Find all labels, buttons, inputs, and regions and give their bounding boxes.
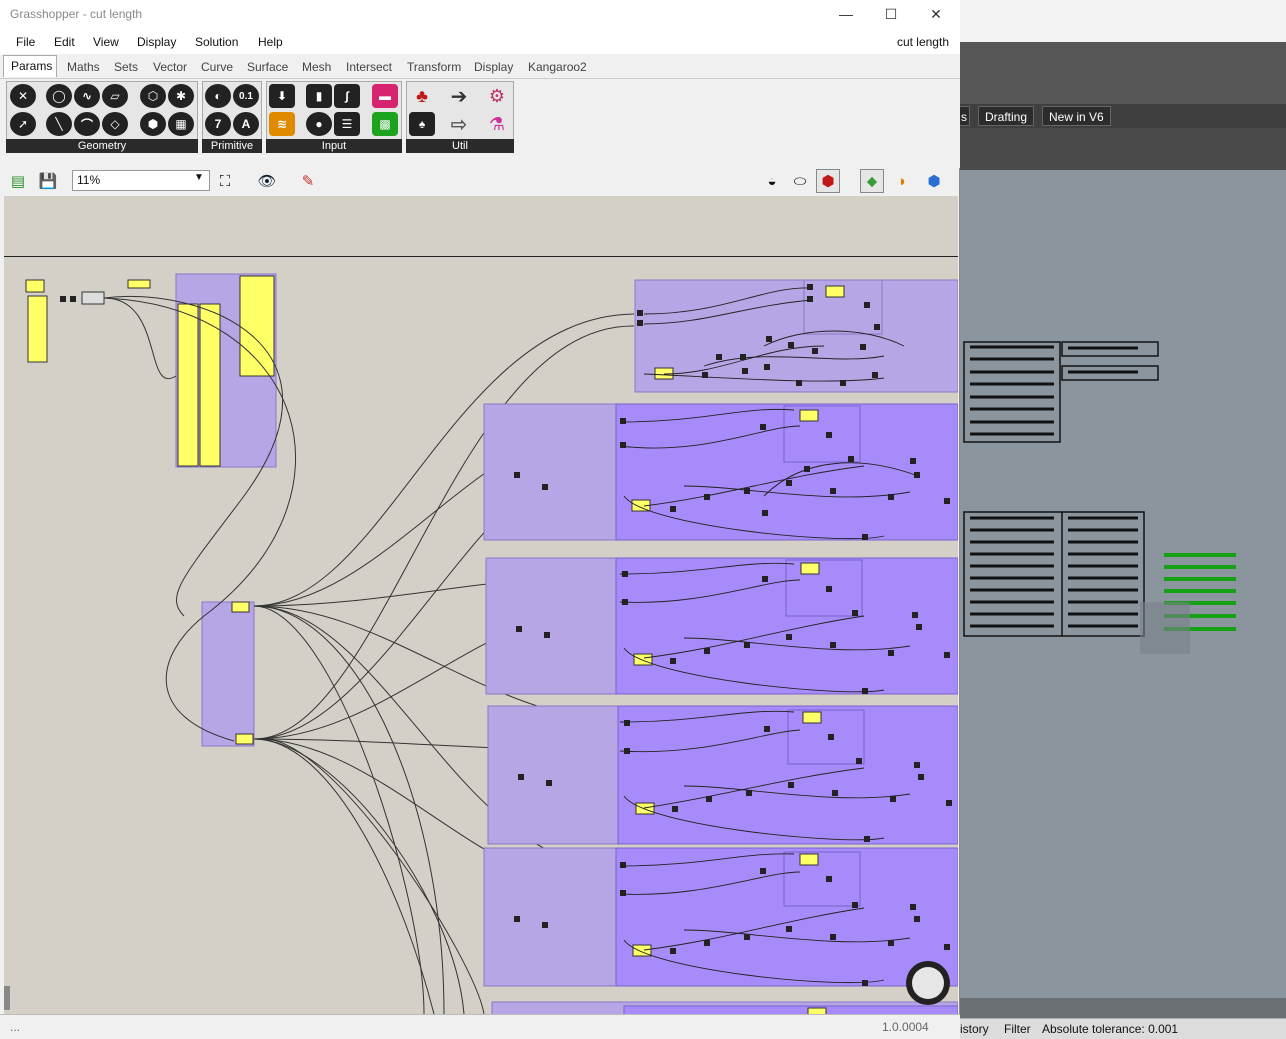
- rhino-top-bar: [958, 42, 1286, 104]
- jump-arrow-icon[interactable]: ⇨: [446, 112, 472, 136]
- mesh-param-icon[interactable]: ✱: [168, 84, 194, 108]
- cherry-picker-icon[interactable]: ♣: [409, 84, 435, 108]
- cluster-6[interactable]: [491, 1001, 958, 1014]
- slider-icon[interactable]: ▬: [372, 84, 398, 108]
- menu-display[interactable]: Display: [137, 35, 176, 49]
- button-icon[interactable]: ●: [306, 112, 332, 136]
- group-sliders[interactable]: [201, 601, 255, 747]
- box-param-icon[interactable]: ⬡: [140, 84, 166, 108]
- preview-shaded-icon[interactable]: ⬭: [788, 169, 812, 193]
- menu-help[interactable]: Help: [258, 35, 283, 49]
- number-param-icon[interactable]: 0.1: [233, 84, 259, 108]
- ribbon-group-geometry-label[interactable]: Geometry: [6, 139, 198, 153]
- rhino-toolbar: [958, 128, 1286, 170]
- tab-intersect[interactable]: Intersect: [346, 60, 392, 74]
- preview-selected-icon[interactable]: ⬢: [816, 169, 840, 193]
- title-bar: Grasshopper - cut length — ☐ ✕: [0, 0, 960, 30]
- minimize-button[interactable]: —: [826, 3, 866, 25]
- preview-quality-icon[interactable]: ◑: [889, 169, 913, 193]
- tree-icon[interactable]: ♠: [409, 112, 435, 136]
- grasshopper-window: Grasshopper - cut length — ☐ ✕ File Edit…: [0, 0, 960, 1039]
- tab-kangaroo2[interactable]: Kangaroo2: [528, 60, 587, 74]
- menu-view[interactable]: View: [93, 35, 119, 49]
- version-label: 1.0.0004: [882, 1020, 929, 1034]
- cluster-5[interactable]: [483, 847, 958, 987]
- surface-param-icon[interactable]: ▱: [102, 84, 128, 108]
- preview-wireframe-icon[interactable]: ◒: [760, 169, 784, 193]
- curve-param-icon[interactable]: ∿: [74, 84, 100, 108]
- tab-sets[interactable]: Sets: [114, 60, 138, 74]
- cluster-3[interactable]: [485, 557, 958, 695]
- tab-surface[interactable]: Surface: [247, 60, 288, 74]
- zoom-select[interactable]: 11%: [72, 170, 210, 191]
- tab-vector[interactable]: Vector: [153, 60, 187, 74]
- node-canvas[interactable]: [4, 196, 958, 1014]
- brep-param-icon[interactable]: ⬢: [140, 112, 166, 136]
- field-param-icon[interactable]: ▦: [168, 112, 194, 136]
- galapagos-icon[interactable]: ⚙: [484, 84, 510, 108]
- canvas-divider: [4, 256, 958, 257]
- document-name: cut length: [896, 35, 949, 49]
- tab-maths[interactable]: Maths: [67, 60, 100, 74]
- tab-display[interactable]: Display: [474, 60, 513, 74]
- maximize-button[interactable]: ☐: [871, 3, 911, 25]
- rhino-viewport[interactable]: [958, 170, 1286, 998]
- gradient-icon[interactable]: ≋: [269, 112, 295, 136]
- relay-arrow-icon[interactable]: ➔: [446, 84, 472, 108]
- tab-transform[interactable]: Transform: [407, 60, 461, 74]
- ribbon-group-primitive-label[interactable]: Primitive: [202, 139, 262, 153]
- save-file-icon[interactable]: 💾: [36, 169, 60, 193]
- vector-param-icon[interactable]: ➚: [10, 112, 36, 136]
- data-input-icon[interactable]: ⬇: [269, 84, 295, 108]
- circle-param-icon[interactable]: ◯: [46, 84, 72, 108]
- window-title: Grasshopper - cut length: [10, 7, 143, 21]
- statusbar: [0, 1014, 960, 1039]
- menu-edit[interactable]: Edit: [54, 35, 75, 49]
- cluster-2[interactable]: [483, 403, 958, 541]
- rhino-tab-drafting[interactable]: Drafting: [978, 106, 1035, 126]
- display-settings-icon[interactable]: ⬢: [922, 169, 946, 193]
- canvas-navigator-icon[interactable]: [906, 961, 950, 1005]
- tab-curve[interactable]: Curve: [201, 60, 233, 74]
- rhino-status-dark: [958, 998, 1286, 1018]
- integer-param-icon[interactable]: 7: [205, 112, 231, 136]
- node-graph[interactable]: [4, 196, 958, 1014]
- text-param-icon[interactable]: A: [233, 112, 259, 136]
- rhino-status-filter[interactable]: Filter: [1004, 1022, 1031, 1036]
- point-param-icon[interactable]: ◇: [102, 112, 128, 136]
- arc-param-icon[interactable]: ⌒: [74, 112, 100, 136]
- geometry-param-icon[interactable]: ✕: [10, 84, 36, 108]
- eye-icon[interactable]: 👁: [255, 169, 279, 193]
- input-panels[interactable]: [25, 279, 151, 363]
- rhino-viewport-geometry: [963, 341, 1236, 654]
- canvas-scrollbar[interactable]: [4, 986, 10, 1010]
- toggle-icon[interactable]: ▮: [306, 84, 332, 108]
- flask-icon[interactable]: ⚗: [484, 112, 510, 136]
- close-button[interactable]: ✕: [916, 3, 956, 25]
- status-message: ...: [10, 1020, 21, 1034]
- menu-file[interactable]: File: [16, 35, 35, 49]
- menu-solution[interactable]: Solution: [195, 35, 238, 49]
- tab-mesh[interactable]: Mesh: [302, 60, 331, 74]
- ribbon-group-input-label[interactable]: Input: [266, 139, 402, 153]
- zoom-extents-icon[interactable]: ⛶: [213, 169, 237, 193]
- boolean-param-icon[interactable]: ◐: [205, 84, 231, 108]
- zoom-dropdown-arrow-icon[interactable]: ▼: [194, 172, 204, 183]
- preview-mesh-icon[interactable]: ⬥: [860, 169, 884, 193]
- line-param-icon[interactable]: ╲: [46, 112, 72, 136]
- pen-icon[interactable]: ✎: [296, 169, 320, 193]
- open-file-icon[interactable]: ▤: [6, 169, 30, 193]
- graph-mapper-icon[interactable]: ∫: [334, 84, 360, 108]
- ribbon-group-util-label[interactable]: Util: [406, 139, 514, 153]
- rhino-tab-new-in-v6[interactable]: New in V6: [1042, 106, 1111, 126]
- tab-params[interactable]: Params: [3, 55, 57, 77]
- cluster-1[interactable]: [634, 279, 958, 393]
- value-list-icon[interactable]: ☰: [334, 112, 360, 136]
- cluster-4[interactable]: [487, 705, 958, 845]
- rhino-status-tolerance[interactable]: Absolute tolerance: 0.001: [1042, 1022, 1178, 1036]
- color-swatch-icon[interactable]: ▩: [372, 112, 398, 136]
- rhino-status-history[interactable]: istory: [960, 1022, 989, 1036]
